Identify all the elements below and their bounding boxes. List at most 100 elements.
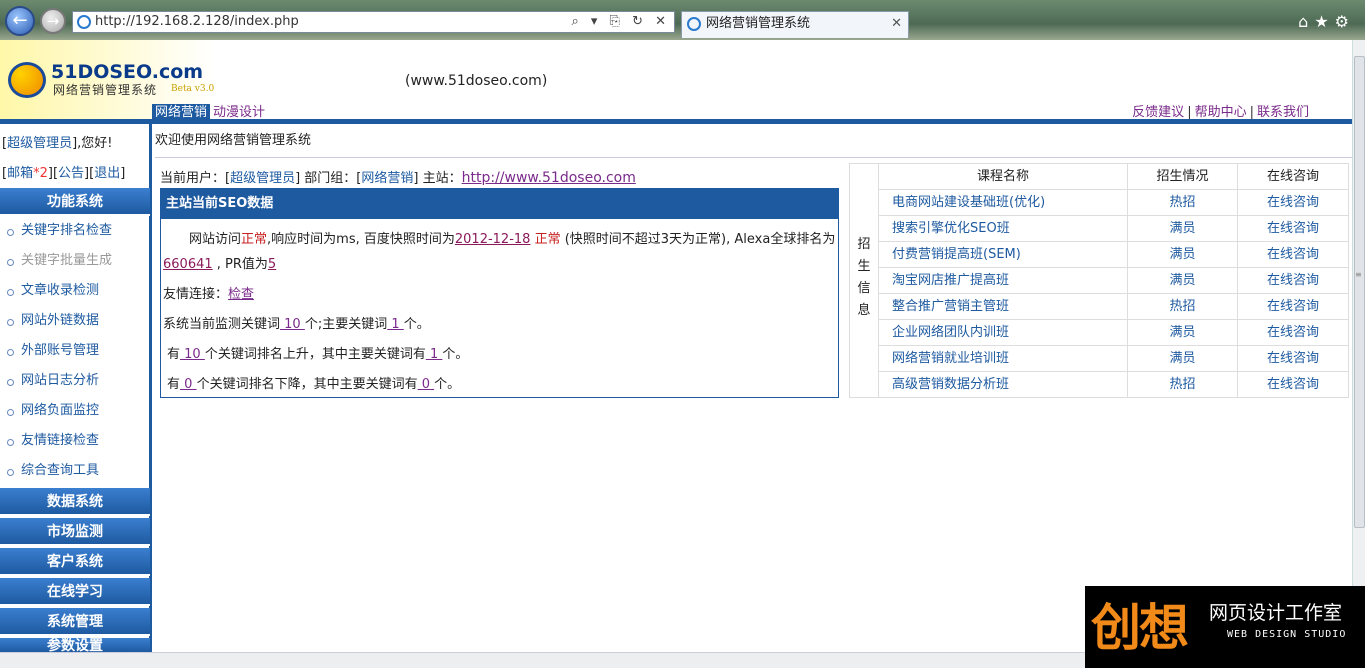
consult-link[interactable]: 在线咨询 [1238, 268, 1348, 294]
vertical-scrollbar[interactable]: ≡ [1352, 40, 1365, 652]
current-user-line: 当前用户：[超级管理员] 部门组：[网络营销] 主站：http://www.51… [160, 167, 636, 186]
section-online-learning[interactable]: 在线学习 [0, 578, 150, 606]
consult-link[interactable]: 在线咨询 [1238, 190, 1348, 216]
section-data-system[interactable]: 数据系统 [0, 488, 150, 516]
sidebar-item-accounts[interactable]: 外部账号管理 [0, 336, 150, 366]
main-site-link[interactable]: http://www.51doseo.com [462, 170, 636, 186]
snapshot-status: 正常 [530, 232, 561, 247]
course-name-link[interactable]: 高级营销数据分析班 [879, 372, 1128, 398]
browser-toolbar: ← → http://192.168.2.128/index.php ⌕ ▾ ⎘… [0, 0, 1365, 40]
toolbar-icons[interactable]: ⌂★⚙ [1298, 12, 1355, 31]
kw-main-link[interactable]: 1 [387, 317, 404, 332]
consult-link[interactable]: 在线咨询 [1238, 242, 1348, 268]
address-tools-icons[interactable]: ⌕ ▾ ⎘ ↻ ✕ [571, 12, 670, 32]
course-name-link[interactable]: 付费营销提高班(SEM) [879, 242, 1128, 268]
link-separator: | [1249, 105, 1254, 120]
browser-tab[interactable]: 网络营销管理系统 ✕ [681, 11, 909, 38]
seo-panel-title: 主站当前SEO数据 [161, 189, 838, 219]
status-text: 网站访问 [189, 232, 242, 247]
scrollbar-thumb[interactable] [1354, 56, 1365, 528]
sidebar-item-article-index[interactable]: 文章收录检测 [0, 276, 150, 306]
logo-icon [8, 62, 46, 98]
course-name-link[interactable]: 搜索引擎优化SEO班 [879, 216, 1128, 242]
friend-check-link[interactable]: 检查 [228, 287, 254, 302]
consult-link[interactable]: 在线咨询 [1238, 372, 1348, 398]
status-text: ,响应时间为ms, 百度快照时间为 [267, 232, 455, 247]
mail-link[interactable]: 邮箱 [7, 166, 33, 181]
enrollment-info-label: 招 生 信 息 [850, 164, 879, 397]
feedback-link[interactable]: 反馈建议 [1132, 105, 1184, 120]
favorites-star-icon[interactable]: ★ [1314, 12, 1334, 31]
sidebar-item-backlinks[interactable]: 网站外链数据 [0, 306, 150, 336]
up-count-link[interactable]: 10 [180, 347, 205, 362]
course-name-link[interactable]: 电商网站建设基础班(优化) [879, 190, 1128, 216]
greeting-text: ],您好! [72, 136, 113, 151]
sidebar-item-friend-links[interactable]: 友情链接检查 [0, 426, 150, 456]
menu-item-anime-design[interactable]: 动漫设计 [210, 105, 268, 120]
table-row: 搜索引擎优化SEO班 满员 在线咨询 [879, 216, 1349, 242]
dept-label: ] 部门组：[ [295, 171, 362, 186]
table-row: 淘宝网店推广提高班 满员 在线咨询 [879, 268, 1349, 294]
up-main-link[interactable]: 1 [426, 347, 443, 362]
site-label: ] 主站： [413, 171, 462, 186]
up-text: 个。 [442, 347, 469, 362]
enrollment-status: 满员 [1128, 242, 1238, 268]
kw-text: 个;主要关键词 [304, 317, 388, 332]
course-name-link[interactable]: 整合推广营销主管班 [879, 294, 1128, 320]
home-icon[interactable]: ⌂ [1298, 12, 1314, 31]
section-market-monitor[interactable]: 市场监测 [0, 518, 150, 546]
current-user-link[interactable]: 超级管理员 [230, 171, 295, 186]
snapshot-date-link[interactable]: 2012-12-18 [455, 232, 531, 247]
section-system-admin[interactable]: 系统管理 [0, 608, 150, 636]
dept-link[interactable]: 网络营销 [361, 171, 413, 186]
consult-link[interactable]: 在线咨询 [1238, 320, 1348, 346]
site-status-text: 网站访问正常,响应时间为ms, 百度快照时间为2012-12-18 正常 (快照… [161, 227, 836, 277]
course-name-link[interactable]: 网络营销就业培训班 [879, 346, 1128, 372]
down-text: 个。 [434, 377, 461, 392]
settings-gear-icon[interactable]: ⚙ [1335, 12, 1355, 31]
course-name-link[interactable]: 淘宝网店推广提高班 [879, 268, 1128, 294]
enrollment-status: 热招 [1128, 190, 1238, 216]
top-links: 反馈建议 | 帮助中心 | 联系我们 [1132, 101, 1309, 120]
link-separator: | [1187, 105, 1192, 120]
status-text: (快照时间不超过3天为正常), Alexa全球排名为 [560, 232, 836, 247]
user-label: 当前用户：[ [160, 171, 231, 186]
sidebar-item-keyword-rank[interactable]: 关键字排名检查 [0, 216, 150, 246]
back-arrow-icon[interactable]: ← [5, 6, 35, 36]
kw-total-link[interactable]: 10 [280, 317, 305, 332]
table-row: 电商网站建设基础班(优化) 热招 在线咨询 [879, 190, 1349, 216]
alexa-rank-link[interactable]: 660641 [163, 257, 213, 272]
down-count-link[interactable]: 0 [180, 377, 197, 392]
access-status: 正常 [241, 232, 268, 247]
contact-link[interactable]: 联系我们 [1257, 105, 1309, 120]
label-char: 招 [857, 237, 871, 252]
user-link[interactable]: 超级管理员 [7, 136, 72, 151]
label-char: 息 [857, 303, 871, 318]
consult-link[interactable]: 在线咨询 [1238, 346, 1348, 372]
notice-link[interactable]: 公告 [58, 166, 84, 181]
logout-link[interactable]: 退出 [94, 166, 120, 181]
course-name-link[interactable]: 企业网络团队内训班 [879, 320, 1128, 346]
address-bar[interactable]: http://192.168.2.128/index.php ⌕ ▾ ⎘ ↻ ✕ [72, 11, 675, 33]
brand-name: 51DOSEO.com [51, 61, 204, 83]
help-link[interactable]: 帮助中心 [1195, 105, 1247, 120]
sidebar-item-negative-monitor[interactable]: 网络负面监控 [0, 396, 150, 426]
down-main-link[interactable]: 0 [418, 377, 435, 392]
section-customer-system[interactable]: 客户系统 [0, 548, 150, 576]
sidebar-item-query-tools[interactable]: 综合查询工具 [0, 456, 150, 486]
table-row: 企业网络团队内训班 满员 在线咨询 [879, 320, 1349, 346]
forward-arrow-icon[interactable]: → [40, 8, 66, 34]
keyword-count-line: 系统当前监测关键词 10 个;主要关键词 1 个。 [161, 312, 838, 337]
friend-link-line: 友情连接：检查 [161, 282, 838, 307]
sidebar-item-keyword-batch[interactable]: 关键字批量生成 [0, 246, 150, 276]
header-enrollment: 招生情况 [1128, 164, 1238, 190]
pr-value-link[interactable]: 5 [268, 257, 276, 272]
consult-link[interactable]: 在线咨询 [1238, 216, 1348, 242]
down-text: 有 [167, 377, 181, 392]
enrollment-status: 热招 [1128, 294, 1238, 320]
consult-link[interactable]: 在线咨询 [1238, 294, 1348, 320]
table-row: 高级营销数据分析班 热招 在线咨询 [879, 372, 1349, 398]
section-function-system[interactable]: 功能系统 [0, 188, 150, 216]
sidebar-item-log-analysis[interactable]: 网站日志分析 [0, 366, 150, 396]
tab-close-icon[interactable]: ✕ [891, 12, 902, 36]
